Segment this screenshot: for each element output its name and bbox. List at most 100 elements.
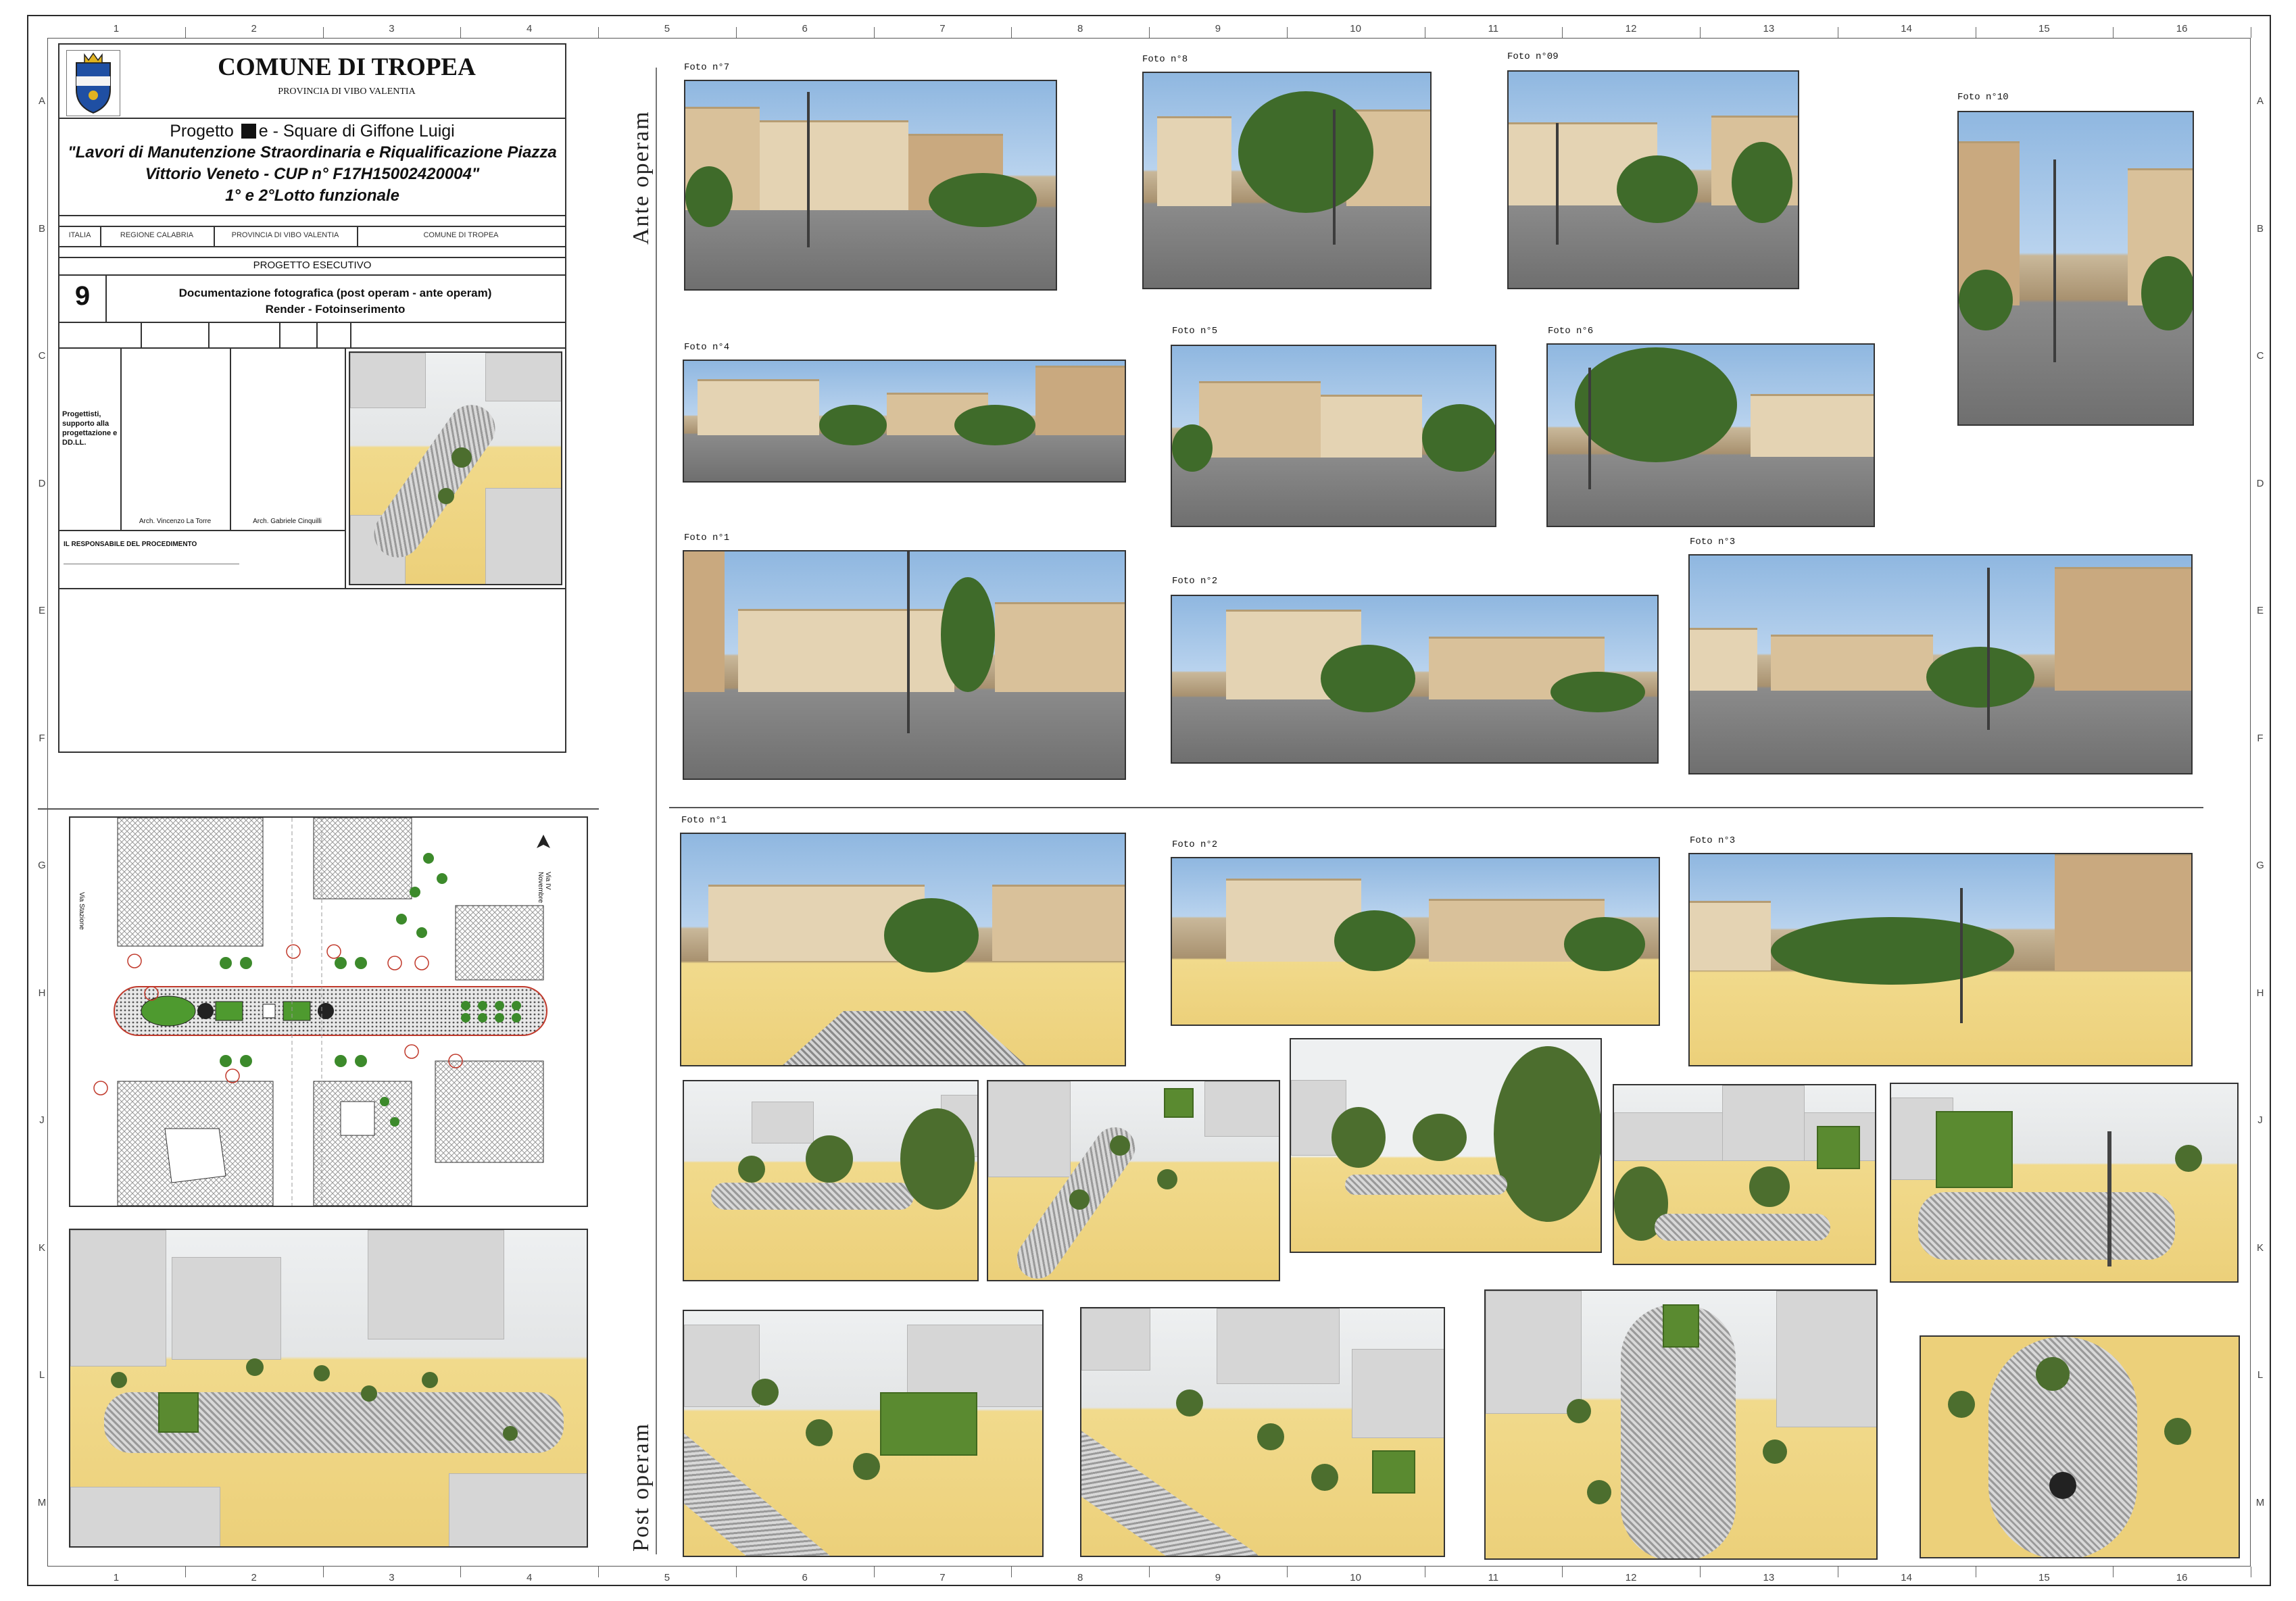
grid-row-right: J xyxy=(2257,1114,2263,1127)
street-label-right: Via IV Novembre xyxy=(537,872,552,904)
grid-column-top: 4 xyxy=(526,23,533,34)
caption-ante-6: Foto n°6 xyxy=(1548,326,1594,337)
photo-ante-5 xyxy=(1171,345,1496,527)
grid-column-top: 8 xyxy=(1077,23,1083,34)
grid-row-left: F xyxy=(39,732,45,744)
project-line-b: e - Square di Giffone Luigi xyxy=(258,122,455,141)
caption-ante-2: Foto n°2 xyxy=(1172,576,1218,587)
grid-column-top: 11 xyxy=(1488,23,1499,34)
grid-column-bottom: 8 xyxy=(1077,1572,1083,1583)
render-5 xyxy=(1890,1083,2239,1283)
caption-ante-5: Foto n°5 xyxy=(1172,326,1218,337)
left-separator xyxy=(38,808,599,810)
render-plan-aerial xyxy=(69,1229,588,1548)
caption-post-1: Foto n°1 xyxy=(681,815,727,826)
title-block-render xyxy=(349,351,562,585)
grid-column-top: 9 xyxy=(1215,23,1221,34)
grid-row-right: C xyxy=(2256,350,2264,362)
caption-ante-3: Foto n°3 xyxy=(1690,537,1736,547)
designers-label: Progettisti, supporto alla progettazione… xyxy=(62,410,118,447)
project-desc-1: "Lavori di Manutenzione Straordinaria e … xyxy=(68,143,557,162)
photo-ante-9 xyxy=(1507,70,1799,289)
photo-ante-4 xyxy=(683,360,1126,483)
grid-column-bottom: 13 xyxy=(1763,1572,1775,1583)
render-8 xyxy=(1484,1289,1878,1560)
photo-ante-7 xyxy=(684,80,1057,291)
grid-row-left: B xyxy=(38,222,45,235)
grid-row-right: B xyxy=(2256,222,2264,235)
caption-ante-7: Foto n°7 xyxy=(684,62,730,73)
grid-column-top: 3 xyxy=(389,23,395,34)
doc-title-2: Render - Fotoinserimento xyxy=(265,303,406,316)
grid-column-bottom: 1 xyxy=(113,1572,120,1583)
grid-row-right: D xyxy=(2256,477,2264,489)
province-name: PROVINCIA DI VIBO VALENTIA xyxy=(278,87,416,97)
caption-ante-4: Foto n°4 xyxy=(684,342,730,353)
grid-column-top: 13 xyxy=(1763,23,1775,34)
ante-operam-label: Ante operam xyxy=(629,110,654,245)
grid-column-bottom: 2 xyxy=(251,1572,257,1583)
grid-column-top: 12 xyxy=(1625,23,1637,34)
post-operam-label: Post operam xyxy=(629,1422,654,1552)
render-2 xyxy=(987,1080,1280,1281)
grid-column-top: 16 xyxy=(2176,23,2188,34)
caption-post-3: Foto n°3 xyxy=(1690,835,1736,846)
grid-row-right: K xyxy=(2256,1241,2264,1254)
caption-ante-1: Foto n°1 xyxy=(684,533,730,543)
location-country: ITALIA xyxy=(68,231,91,239)
municipality-crest-icon xyxy=(66,50,120,116)
grid-column-top: 10 xyxy=(1350,23,1361,34)
render-3 xyxy=(1290,1038,1602,1253)
grid-row-right: G xyxy=(2256,860,2264,872)
grid-row-left: D xyxy=(38,477,46,489)
designer-1: Arch. Vincenzo La Torre xyxy=(139,518,212,525)
grid-column-bottom: 16 xyxy=(2176,1572,2188,1583)
photo-ante-8 xyxy=(1142,72,1432,289)
grid-column-bottom: 4 xyxy=(526,1572,533,1583)
photo-ante-3 xyxy=(1688,554,2193,774)
render-4 xyxy=(1613,1084,1876,1265)
project-desc-3: 1° e 2°Lotto funzionale xyxy=(225,187,399,205)
grid-row-right: L xyxy=(2257,1369,2264,1381)
render-1 xyxy=(683,1080,979,1281)
render-9 xyxy=(1920,1335,2240,1558)
project-line-a: Progetto xyxy=(170,122,234,141)
grid-row-left: C xyxy=(38,350,46,362)
grid-column-top: 14 xyxy=(1901,23,1912,34)
photo-post-1 xyxy=(680,833,1126,1066)
right-separator xyxy=(669,807,2203,808)
location-region: REGIONE CALABRIA xyxy=(120,231,194,239)
project-phase: PROGETTO ESECUTIVO xyxy=(253,260,372,271)
caption-ante-8: Foto n°8 xyxy=(1142,54,1188,65)
grid-row-right: E xyxy=(2256,605,2264,617)
grid-column-top: 5 xyxy=(664,23,670,34)
grid-column-bottom: 15 xyxy=(2038,1572,2050,1583)
photo-ante-2 xyxy=(1171,595,1659,764)
grid-row-left: G xyxy=(38,860,46,872)
photo-ante-6 xyxy=(1546,343,1875,527)
grid-row-left: L xyxy=(39,1369,45,1381)
grid-column-bottom: 10 xyxy=(1350,1572,1361,1583)
north-arrow-icon xyxy=(535,831,552,852)
grid-column-bottom: 9 xyxy=(1215,1572,1221,1583)
grid-row-left: K xyxy=(38,1241,45,1254)
grid-column-bottom: 6 xyxy=(802,1572,808,1583)
location-province: PROVINCIA DI VIBO VALENTIA xyxy=(231,231,339,239)
location-comune: COMUNE DI TROPEA xyxy=(423,231,499,239)
grid-row-left: A xyxy=(38,95,45,107)
grid-row-left: H xyxy=(38,987,46,999)
grid-column-bottom: 14 xyxy=(1901,1572,1912,1583)
grid-column-bottom: 3 xyxy=(389,1572,395,1583)
photo-ante-1 xyxy=(683,550,1126,780)
caption-post-2: Foto n°2 xyxy=(1172,839,1218,850)
grid-row-right: F xyxy=(2257,732,2264,744)
render-6 xyxy=(683,1310,1044,1557)
site-plan: Via Stazione Via IV Novembre xyxy=(69,816,588,1207)
caption-ante-10: Foto n°10 xyxy=(1957,92,2009,103)
municipality-name: COMUNE DI TROPEA xyxy=(218,53,476,81)
grid-row-right: H xyxy=(2256,987,2264,999)
grid-column-bottom: 12 xyxy=(1625,1572,1637,1583)
photo-ante-10 xyxy=(1957,111,2194,426)
sheet-number: 9 xyxy=(74,281,91,311)
photo-post-3 xyxy=(1688,853,2193,1066)
